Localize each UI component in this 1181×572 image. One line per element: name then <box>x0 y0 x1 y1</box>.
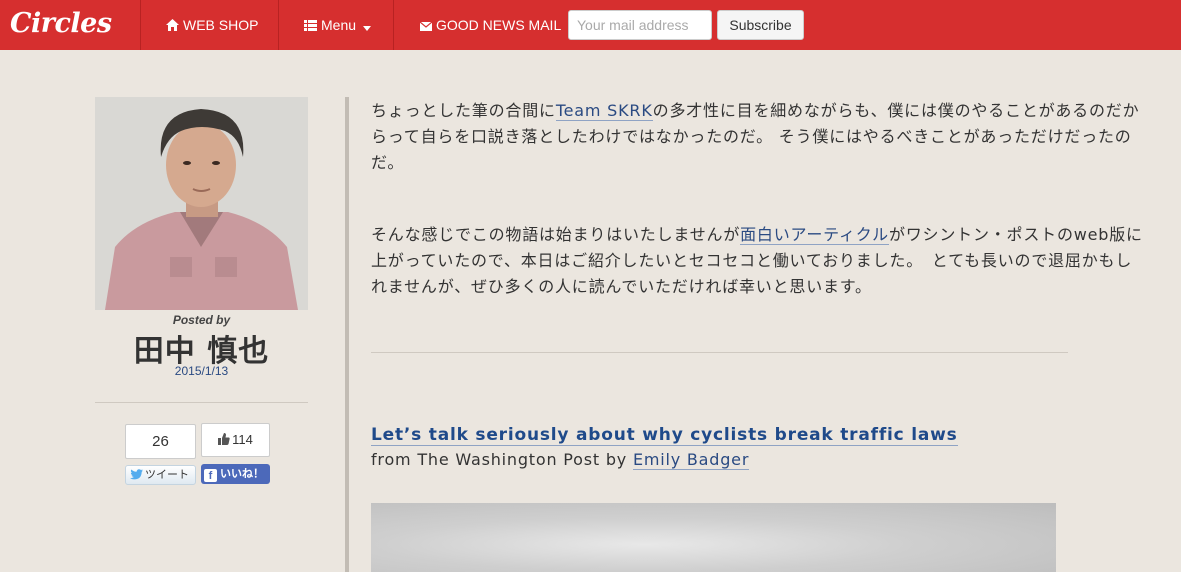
nav-web-shop-label: WEB SHOP <box>183 17 259 33</box>
thumbs-up-icon <box>218 425 230 457</box>
like-count: 114 <box>201 423 270 457</box>
byline-prefix: from The Washington Post by <box>371 450 633 469</box>
nav-web-shop[interactable]: WEB SHOP <box>166 0 258 50</box>
intro-paragraph-1: ちょっとした筆の合間にTeam SKRKの多才性に目を細めながらも、僕には僕のや… <box>371 98 1147 176</box>
author-avatar <box>95 97 308 310</box>
facebook-like-button[interactable]: f いいね！ <box>201 464 270 484</box>
like-count-value: 114 <box>232 432 253 447</box>
envelope-icon <box>419 1 433 51</box>
p2-text-before: そんな感じでこの物語は始まりはいたしませんが <box>371 225 741 244</box>
facebook-icon: f <box>204 469 217 482</box>
like-button-label: いいね！ <box>220 467 264 480</box>
sidebar-divider <box>95 402 308 403</box>
content-divider <box>371 352 1068 353</box>
nav-good-news-mail-label: GOOD NEWS MAIL <box>436 17 562 33</box>
navbar: Circles WEB SHOP Menu GOOD NEWS MAIL Sub… <box>0 0 1181 50</box>
list-icon <box>304 1 317 51</box>
home-icon <box>166 1 179 51</box>
nav-divider <box>278 0 279 50</box>
article-byline: from The Washington Post by Emily Badger <box>371 450 750 470</box>
mail-address-input[interactable] <box>568 10 712 40</box>
twitter-bird-icon <box>130 468 143 486</box>
article-image <box>371 503 1056 572</box>
nav-menu-dropdown[interactable]: Menu <box>304 0 371 50</box>
nav-divider <box>393 0 394 50</box>
tweet-count: 26 <box>125 424 196 459</box>
nav-divider <box>140 0 141 50</box>
content-left-rule <box>345 97 349 572</box>
article-title: Let’s talk seriously about why cyclists … <box>371 425 958 446</box>
interesting-article-link[interactable]: 面白いアーティクル <box>740 225 889 245</box>
byline-author-link[interactable]: Emily Badger <box>632 450 750 470</box>
subscribe-button[interactable]: Subscribe <box>717 10 804 40</box>
tweet-button-label: ツイート <box>145 468 189 481</box>
article-title-link[interactable]: Let’s talk seriously about why cyclists … <box>371 425 958 446</box>
nav-menu-label: Menu <box>321 17 357 33</box>
tweet-button[interactable]: ツイート <box>125 465 196 485</box>
caret-down-icon <box>362 1 371 51</box>
post-date[interactable]: 2015/1/13 <box>95 364 308 378</box>
nav-good-news-mail: GOOD NEWS MAIL <box>419 0 562 51</box>
brand-logo[interactable]: Circles <box>10 6 112 42</box>
posted-by-label: Posted by <box>172 313 231 327</box>
intro-paragraph-2: そんな感じでこの物語は始まりはいたしませんが面白いアーティクルがワシントン・ポス… <box>371 222 1147 300</box>
p1-text-before: ちょっとした筆の合間に <box>371 101 556 120</box>
team-skrk-link[interactable]: Team SKRK <box>555 101 653 121</box>
